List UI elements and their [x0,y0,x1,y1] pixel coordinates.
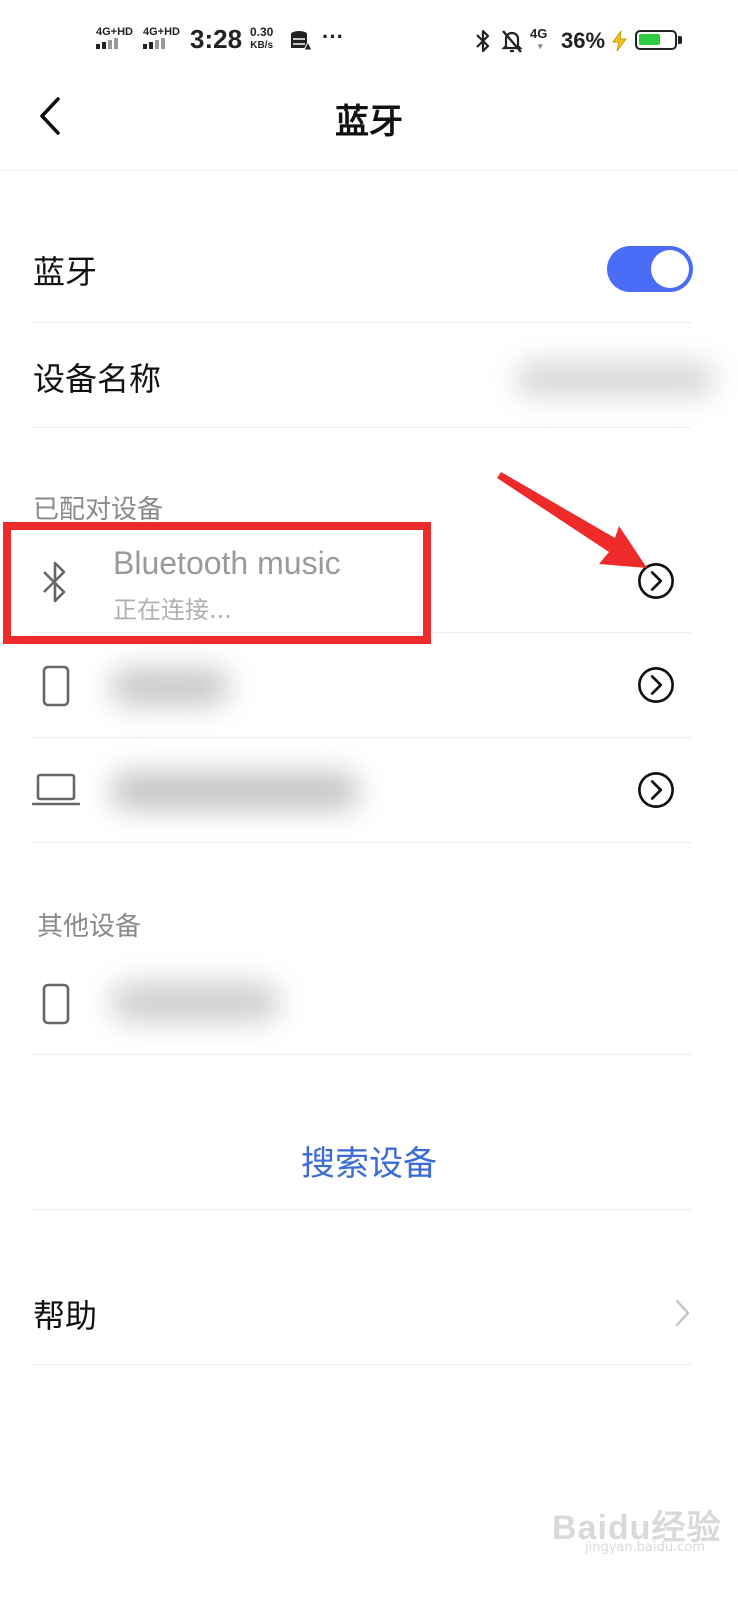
sim1-signal: 4G+HD [96,26,133,50]
storage-warning-icon [291,31,312,51]
sim2-signal: 4G+HD [143,26,180,50]
mobile-data-label: 4G [530,26,548,41]
net-speed: 0.30 KB/s [250,26,273,52]
device-details-icon[interactable] [637,771,675,809]
switch-knob [651,250,689,288]
bluetooth-row-label: 蓝牙 [33,253,98,291]
paired-devices-header: 已配对设备 [33,495,164,525]
device-name-label: 设备名称 [33,360,162,398]
sim1-label: 4G+HD [96,26,133,38]
device-name-value-blurred [515,362,715,396]
annotation-arrow-icon [497,472,647,568]
phone-icon [42,665,70,707]
mobile-data-indicator: 4G ▾ [530,26,547,51]
divider [33,1054,691,1055]
device-name-blurred [110,668,230,706]
battery-icon [635,30,677,50]
bluetooth-switch[interactable] [607,246,693,292]
battery-tip [678,36,682,44]
divider [33,1364,691,1365]
data-arrows-icon: ▾ [538,41,543,51]
device-details-icon[interactable] [637,666,675,704]
laptop-icon [32,773,80,806]
net-speed-value: 0.30 [250,25,274,39]
mute-bell-icon [501,30,523,53]
help-row[interactable] [0,1260,738,1364]
net-speed-unit: KB/s [250,40,274,51]
annotation-highlight-box [3,522,431,644]
divider [33,427,691,428]
watermark-subtext: jingyan.baidu.com [585,1540,705,1555]
chevron-right-icon [675,1299,690,1327]
page-title: 蓝牙 [335,102,403,142]
battery-percent: 36% [561,28,606,53]
bluetooth-status-icon [476,29,490,53]
divider [33,1209,691,1210]
charging-icon [612,30,627,52]
phone-icon [42,983,70,1025]
divider [33,842,691,843]
search-devices-button[interactable]: 搜索设备 [0,1136,738,1185]
battery-fill [639,34,660,45]
sim1-bars-icon [96,38,133,50]
status-time: 3:28 [190,24,243,54]
status-bar: 4G+HD 4G+HD 3:28 0.30 KB/s ··· 4G ▾ 36% [0,0,738,80]
sim2-label: 4G+HD [143,26,180,38]
more-icon: ··· [322,24,344,49]
other-devices-header: 其他设备 [37,912,142,942]
device-name-blurred [110,982,280,1022]
sim2-bars-icon [143,38,180,50]
device-name-blurred [110,772,360,810]
help-label: 帮助 [33,1297,98,1335]
